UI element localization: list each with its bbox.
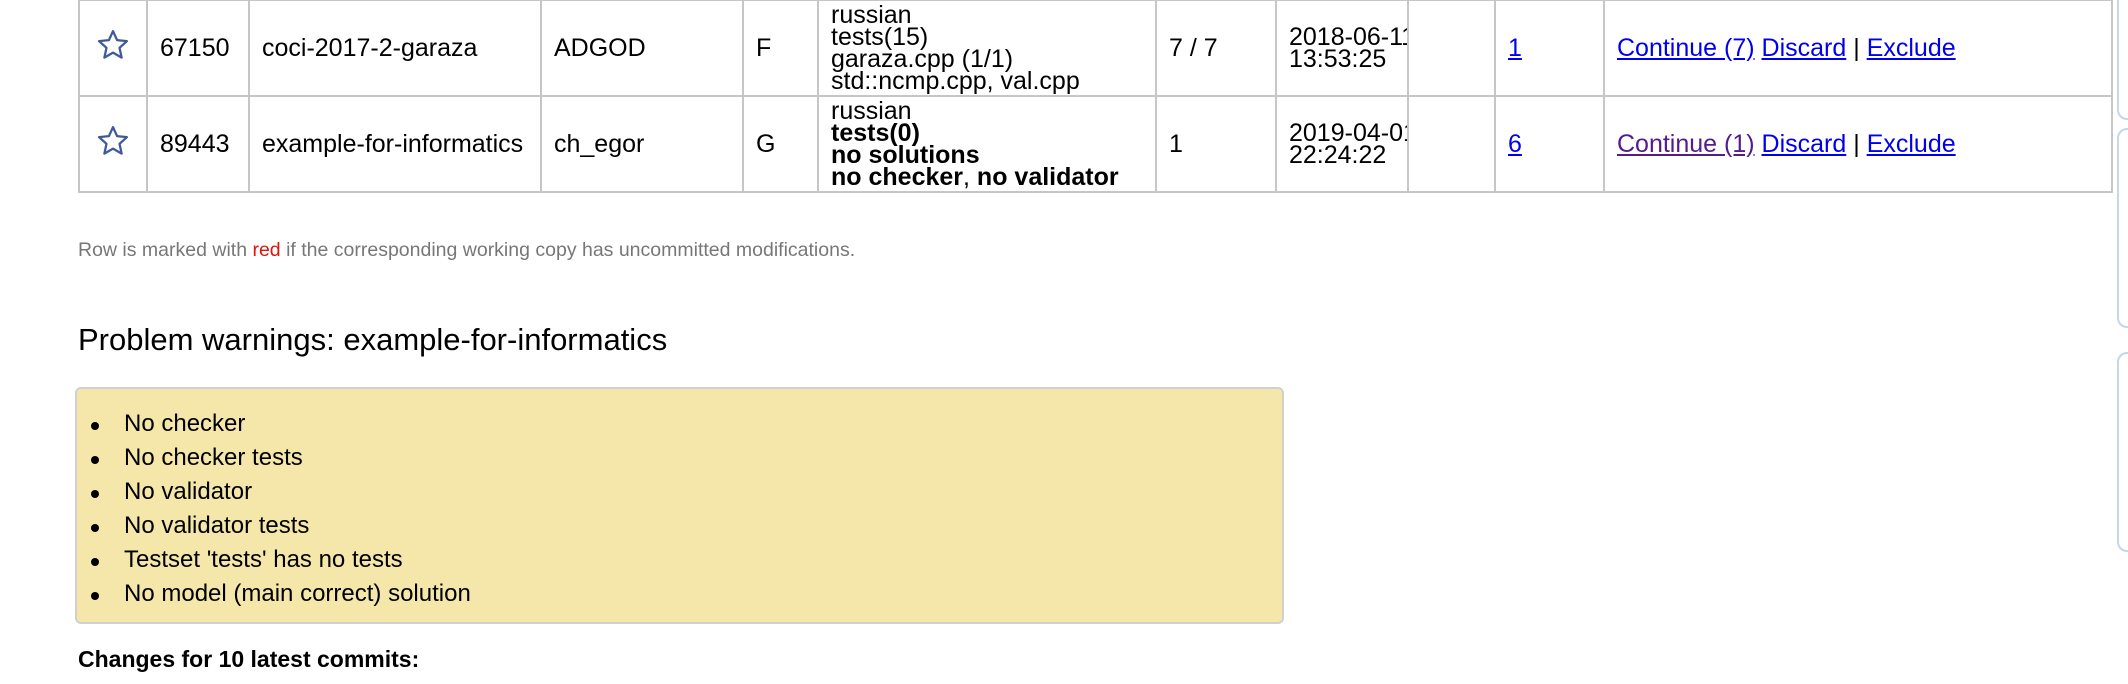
warning-item: No validator tests bbox=[91, 509, 1282, 543]
star-cell bbox=[78, 0, 148, 97]
problem-owner: ch_egor bbox=[540, 95, 744, 193]
warning-item: No validator bbox=[91, 475, 1282, 509]
warning-text: No model (main correct) solution bbox=[124, 580, 471, 607]
warning-text: No checker bbox=[124, 410, 246, 437]
warning-text: No validator tests bbox=[124, 512, 310, 539]
bullet-icon bbox=[91, 558, 99, 566]
problem-name: coci-2017-2-garaza bbox=[248, 0, 542, 97]
discard-link[interactable]: Discard bbox=[1762, 130, 1847, 158]
problem-info: russian tests(15) garaza.cpp (1/1) std::… bbox=[817, 0, 1157, 97]
warning-text: No validator bbox=[124, 478, 253, 505]
note-red-word: red bbox=[252, 239, 281, 261]
problem-letter: F bbox=[742, 0, 819, 97]
empty-cell bbox=[1407, 95, 1496, 193]
table-row: 67150 coci-2017-2-garaza ADGOD F russian… bbox=[78, 0, 2113, 97]
problem-modified: 2019-04-01 22:24:22 bbox=[1275, 95, 1409, 193]
modified-time: 22:24:22 bbox=[1289, 141, 1387, 169]
problems-table: 67150 coci-2017-2-garaza ADGOD F russian… bbox=[78, 0, 2113, 193]
packages-link[interactable]: 6 bbox=[1508, 130, 1522, 158]
problem-info: russian tests(0) no solutions no checker… bbox=[817, 95, 1157, 193]
exclude-link[interactable]: Exclude bbox=[1867, 130, 1956, 158]
warnings-title: Problem warnings: example-for-informatic… bbox=[78, 322, 668, 357]
side-tab[interactable] bbox=[2117, 352, 2128, 552]
changes-title: Changes for 10 latest commits: bbox=[78, 646, 420, 672]
problem-id: 67150 bbox=[146, 0, 250, 97]
discard-link[interactable]: Discard bbox=[1762, 34, 1847, 62]
modified-time: 13:53:25 bbox=[1289, 45, 1387, 73]
no-checker-text: no checker bbox=[831, 163, 964, 191]
continue-link[interactable]: Continue (1) bbox=[1617, 130, 1755, 158]
actions-cell: Continue (7) Discard | Exclude bbox=[1603, 0, 2113, 97]
problem-modified: 2018-06-11 13:53:25 bbox=[1275, 0, 1409, 97]
warning-item: No model (main correct) solution bbox=[91, 577, 1282, 611]
packages-cell: 1 bbox=[1494, 0, 1605, 97]
problem-letter: G bbox=[742, 95, 819, 193]
star-icon[interactable] bbox=[96, 124, 130, 158]
modification-note: Row is marked with red if the correspond… bbox=[78, 239, 855, 262]
bullet-icon bbox=[91, 456, 99, 464]
action-separator: | bbox=[1853, 33, 1860, 62]
problem-id: 89443 bbox=[146, 95, 250, 193]
bullet-icon bbox=[91, 422, 99, 430]
warning-item: No checker bbox=[91, 407, 1282, 441]
table-row: 89443 example-for-informatics ch_egor G … bbox=[78, 95, 2113, 193]
bullet-icon bbox=[91, 592, 99, 600]
empty-cell bbox=[1407, 0, 1496, 97]
bullet-icon bbox=[91, 524, 99, 532]
bullet-icon bbox=[91, 490, 99, 498]
note-text-before: Row is marked with bbox=[78, 239, 253, 261]
side-tab[interactable] bbox=[2117, 0, 2128, 120]
star-icon[interactable] bbox=[96, 28, 130, 62]
problem-name: example-for-informatics bbox=[248, 95, 542, 193]
packages-link[interactable]: 1 bbox=[1508, 34, 1522, 62]
packages-cell: 6 bbox=[1494, 95, 1605, 193]
star-cell bbox=[78, 95, 148, 193]
page: 67150 coci-2017-2-garaza ADGOD F russian… bbox=[0, 0, 2128, 684]
note-text-after: if the corresponding working copy has un… bbox=[280, 239, 856, 261]
warnings-box: No checker No checker tests No validator… bbox=[75, 387, 1284, 624]
actions-cell: Continue (1) Discard | Exclude bbox=[1603, 95, 2113, 193]
action-separator: | bbox=[1853, 129, 1860, 158]
side-tab[interactable] bbox=[2117, 128, 2128, 328]
warning-item: No checker tests bbox=[91, 441, 1282, 475]
warnings-list: No checker No checker tests No validator… bbox=[77, 389, 1282, 611]
warning-item: Testset 'tests' has no tests bbox=[91, 543, 1282, 577]
no-validator-text: no validator bbox=[976, 163, 1119, 191]
info-line-checker-validator: std::ncmp.cpp, val.cpp bbox=[831, 67, 1080, 95]
warning-text: No checker tests bbox=[124, 444, 303, 471]
info-comma: , bbox=[963, 163, 977, 191]
problem-owner: ADGOD bbox=[540, 0, 744, 97]
continue-link[interactable]: Continue (7) bbox=[1617, 34, 1755, 62]
info-line-checker-validator: no checker, no validator bbox=[831, 163, 1143, 191]
exclude-link[interactable]: Exclude bbox=[1867, 34, 1956, 62]
problem-revision: 7 / 7 bbox=[1155, 0, 1277, 97]
problem-revision: 1 bbox=[1155, 95, 1277, 193]
warning-text: Testset 'tests' has no tests bbox=[124, 546, 403, 573]
